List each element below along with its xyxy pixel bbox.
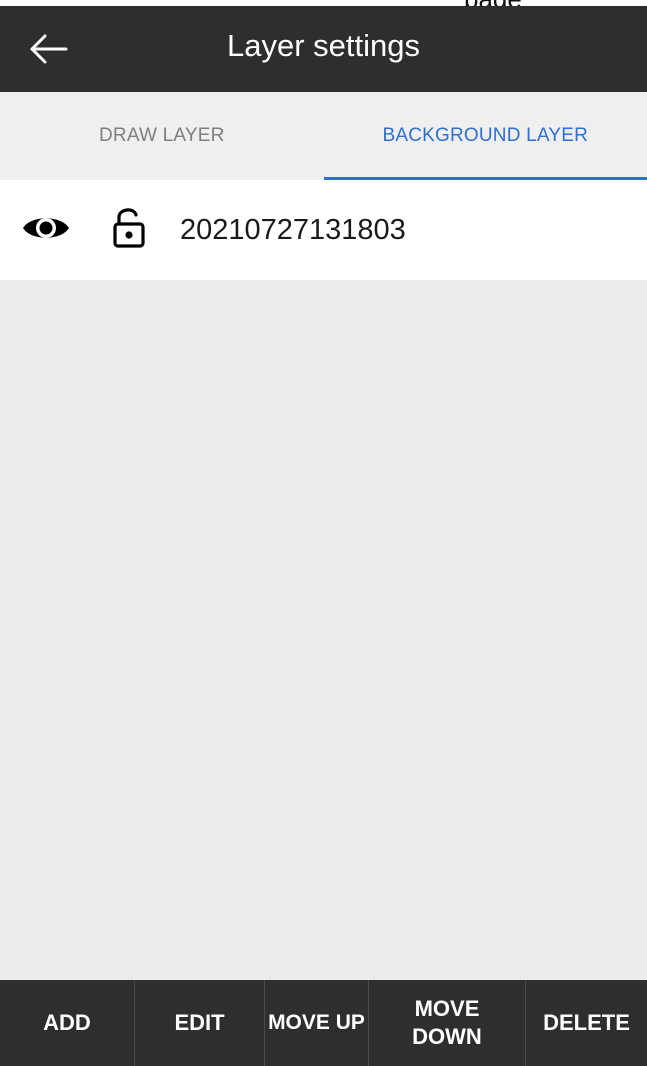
add-button[interactable]: ADD	[0, 980, 135, 1066]
layer-row[interactable]: 20210727131803	[0, 180, 647, 280]
eye-icon	[21, 211, 71, 250]
lock-toggle[interactable]	[104, 204, 154, 254]
visibility-toggle[interactable]	[18, 210, 74, 250]
move-down-button-label: MOVE DOWN	[412, 996, 482, 1049]
move-up-button[interactable]: MOVE UP	[265, 980, 369, 1066]
delete-button[interactable]: DELETE	[526, 980, 647, 1066]
edit-button-label: EDIT	[174, 1010, 225, 1035]
tab-background-layer[interactable]: BACKGROUND LAYER	[323, 92, 647, 180]
arrow-left-icon	[28, 33, 68, 65]
delete-button-label: DELETE	[543, 1010, 630, 1035]
add-button-label: ADD	[43, 1010, 91, 1035]
app-bar: Layer settings	[0, 6, 647, 92]
bottom-action-bar: ADD EDIT MOVE UP MOVE DOWN DELETE	[0, 980, 647, 1066]
unlock-icon	[112, 206, 146, 253]
layer-name: 20210727131803	[180, 214, 406, 246]
screen: page Layer settings DRAW LAYER BACKGROUN…	[0, 0, 647, 1066]
back-button[interactable]	[0, 6, 96, 92]
move-up-button-label: MOVE UP	[268, 1011, 365, 1034]
edit-button[interactable]: EDIT	[135, 980, 265, 1066]
tab-draw-layer[interactable]: DRAW LAYER	[0, 92, 324, 180]
tab-background-layer-label: BACKGROUND LAYER	[382, 125, 589, 146]
tab-bar: DRAW LAYER BACKGROUND LAYER	[0, 92, 647, 180]
layer-list: 20210727131803	[0, 180, 647, 280]
tab-draw-layer-label: DRAW LAYER	[98, 125, 225, 146]
page-title: Layer settings	[227, 28, 420, 63]
move-down-button[interactable]: MOVE DOWN	[369, 980, 526, 1066]
